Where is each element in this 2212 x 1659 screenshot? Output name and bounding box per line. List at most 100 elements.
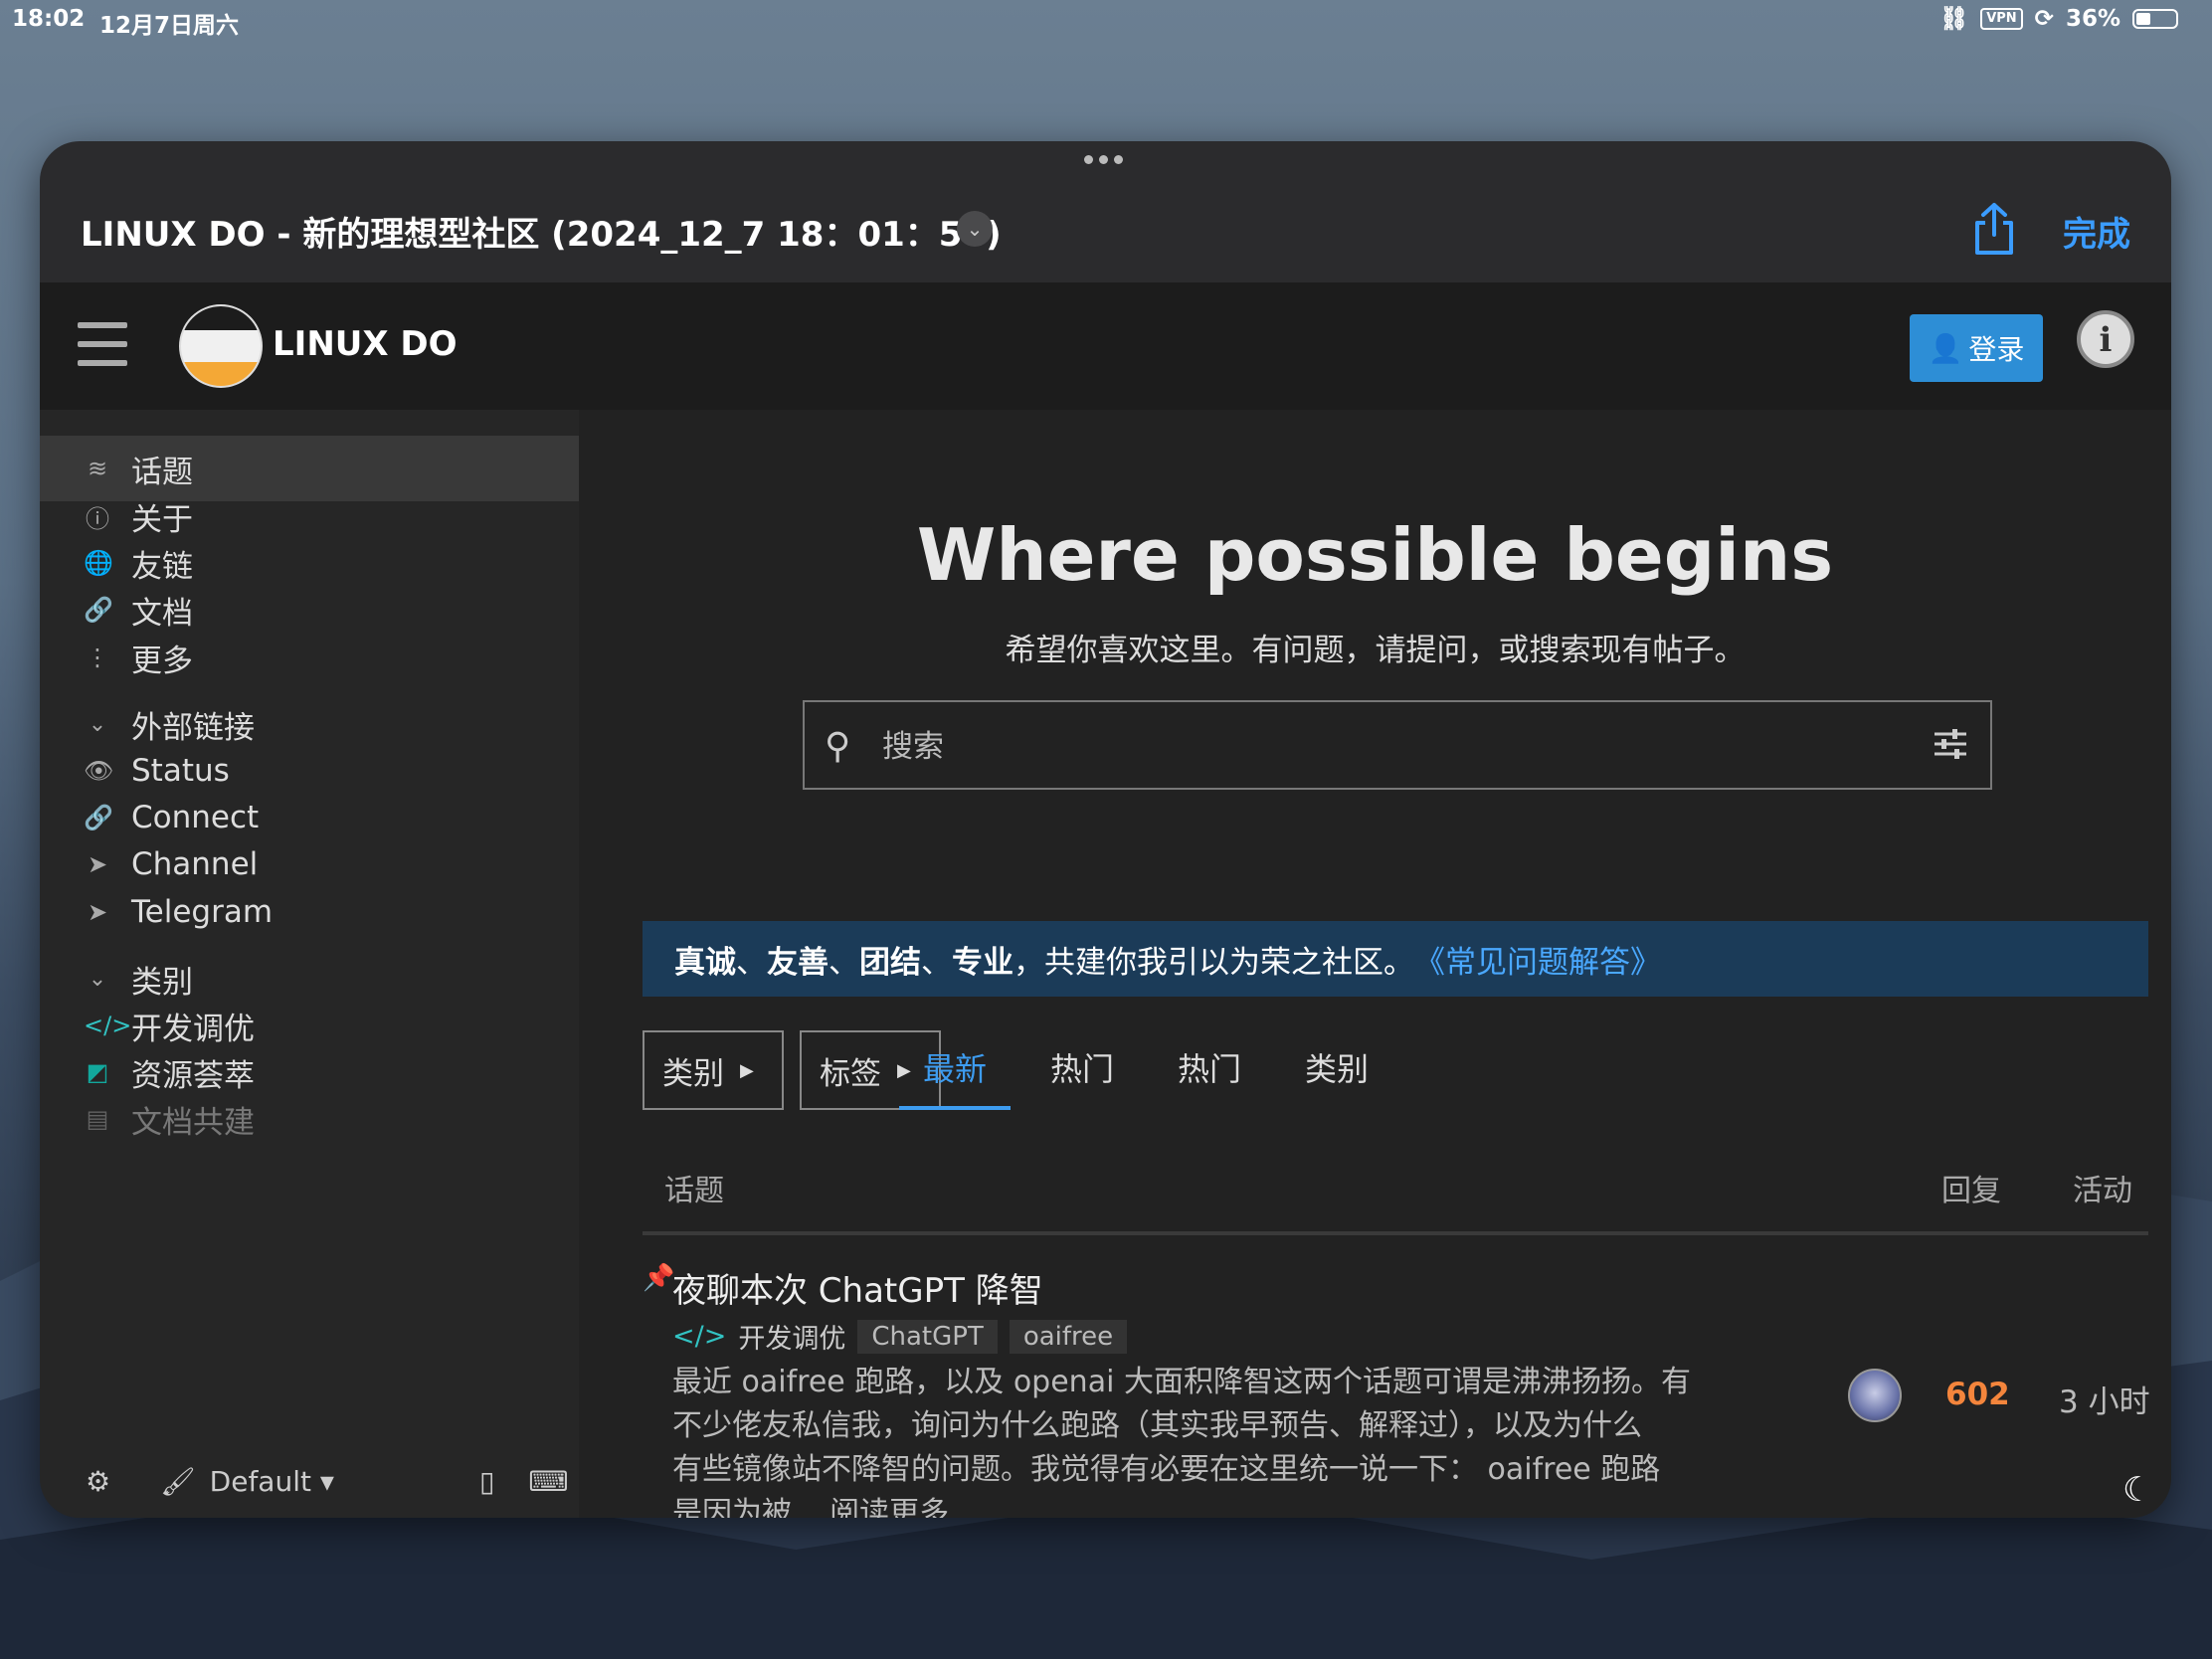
link-icon: 🔗 xyxy=(84,596,113,624)
status-date: 12月7日周六 xyxy=(99,13,240,39)
avatar[interactable] xyxy=(1848,1369,1902,1422)
page-title: LINUX DO - 新的理想型社区 (2024_12_7 18：01：54) xyxy=(81,215,1002,255)
filter-sliders-icon[interactable] xyxy=(1933,726,1968,762)
dropdown-label: 标签 xyxy=(820,1055,881,1092)
login-label: 登录 xyxy=(1968,333,2025,366)
more-dots-icon[interactable] xyxy=(1084,155,1123,164)
site-logo[interactable] xyxy=(179,304,263,388)
link-icon: ⛓ xyxy=(1938,6,1969,32)
banner-text: 团结 xyxy=(859,944,921,981)
theme-label: Default xyxy=(209,1464,311,1498)
sidebar-item-more[interactable]: ⋮ 更多 xyxy=(40,625,579,690)
status-indicators: ⛓ VPN ⟳ 36% xyxy=(1939,5,2178,32)
sidebar-item-label: Telegram xyxy=(131,894,274,930)
info-icon: ⓘ xyxy=(86,504,109,533)
sidebar-item-label: Channel xyxy=(131,846,259,882)
sidebar-item-telegram[interactable]: ➤ Telegram xyxy=(40,879,579,945)
done-button[interactable]: 完成 xyxy=(2063,207,2130,256)
topic-meta: </> 开发调优 ChatGPT oaifree xyxy=(672,1317,1128,1356)
activity-time[interactable]: 3 小时 xyxy=(2059,1377,2150,1421)
hamburger-menu-icon[interactable] xyxy=(78,322,127,366)
caret-right-icon: ▶ xyxy=(740,1059,754,1081)
hero-subtitle: 希望你喜欢这里。有问题，请提问，或搜索现有帖子。 xyxy=(1005,633,1746,668)
vpn-badge: VPN xyxy=(1980,7,2023,30)
column-activity[interactable]: 活动 xyxy=(2073,1166,2132,1209)
tags-dropdown[interactable]: 标签 ▶ xyxy=(800,1030,941,1110)
site-header: LINUX DO 👤 登录 i xyxy=(40,282,2171,410)
battery-icon xyxy=(2132,8,2178,29)
sidebar-item-label: 更多 xyxy=(131,643,193,679)
tab-hot-2[interactable]: 热门 xyxy=(1178,1044,1241,1090)
topic-title[interactable]: 夜聊本次 ChatGPT 降智 xyxy=(672,1263,1043,1312)
search-box[interactable]: ⚲ xyxy=(803,700,1992,790)
user-icon: 👤 xyxy=(1928,331,1963,365)
dark-mode-icon: ☾ xyxy=(2122,1470,2153,1510)
active-tab-indicator xyxy=(899,1106,1011,1110)
reply-count: 602 xyxy=(1945,1377,2010,1412)
browser-sheet: LINUX DO - 新的理想型社区 (2024_12_7 18：01：54) … xyxy=(40,141,2171,1518)
layers-icon: ≋ xyxy=(87,455,108,482)
site-name[interactable]: LINUX DO xyxy=(273,324,458,364)
share-icon: ◩ xyxy=(86,1058,109,1086)
category-dropdown[interactable]: 类别 ▶ xyxy=(643,1030,784,1110)
login-button[interactable]: 👤 登录 xyxy=(1910,314,2043,382)
paper-plane-icon: ➤ xyxy=(87,850,108,878)
search-icon: ⚲ xyxy=(825,726,851,767)
chevron-down-icon: ⌄ xyxy=(88,711,107,737)
eye-icon: 👁 xyxy=(84,757,114,785)
topic-category[interactable]: 开发调优 xyxy=(738,1317,845,1356)
sidebar-item-label: Status xyxy=(131,753,230,789)
sidebar-item-label: 文档共建 xyxy=(131,1104,255,1141)
banner-text: ，共建你我引以为荣之社区。 xyxy=(1014,944,1414,981)
globe-icon: 🌐 xyxy=(84,549,113,577)
more-icon: ⋮ xyxy=(86,644,109,671)
topic-excerpt[interactable]: 最近 oaifree 跑路，以及 openai 大面积降智这两个话题可谓是沸沸扬… xyxy=(672,1361,1737,1518)
topic-tag[interactable]: oaifree xyxy=(1009,1319,1128,1354)
book-icon: ▤ xyxy=(86,1105,109,1133)
faq-link[interactable]: 《常见问题解答》 xyxy=(1414,937,1661,982)
announcement-banner: 真诚、友善、团结、专业 ，共建你我引以为荣之社区。 《常见问题解答》 xyxy=(643,921,2148,997)
mobile-icon[interactable]: ▯ xyxy=(479,1465,494,1498)
excerpt-line: 最近 oaifree 跑路，以及 openai 大面积降智这两个话题可谓是沸沸扬… xyxy=(672,1365,1691,1399)
sidebar: ≋ 话题 ⓘ 关于 🌐 友链 🔗 文档 ⋮ 更多 ⌄ 外部链接 👁 Status 🔗 Conne… xyxy=(40,410,581,1518)
sidebar-footer: ⚙ 🖌 Default ▾ ▯ ⌨ xyxy=(40,1446,579,1516)
brush-icon: 🖌 xyxy=(160,1464,196,1498)
sidebar-item-category-docs[interactable]: ▤ 文档共建 xyxy=(40,1086,579,1152)
share-icon[interactable] xyxy=(1971,201,2017,257)
main-content: Where possible begins 希望你喜欢这里。有问题，请提问，或搜… xyxy=(579,410,2171,1518)
banner-text: 、 xyxy=(736,944,767,981)
keyboard-icon[interactable]: ⌨ xyxy=(528,1465,568,1498)
tab-latest[interactable]: 最新 xyxy=(923,1044,987,1090)
banner-text: 专业 xyxy=(952,944,1014,981)
banner-text: 、 xyxy=(829,944,859,981)
banner-text: 真诚 xyxy=(674,944,736,981)
rotation-lock-icon: ⟳ xyxy=(2034,5,2054,32)
tab-hot[interactable]: 热门 xyxy=(1050,1044,1114,1090)
caret-right-icon: ▶ xyxy=(897,1059,911,1081)
info-icon[interactable]: i xyxy=(2077,310,2134,368)
excerpt-line: 是因为被... 阅读更多 xyxy=(672,1496,950,1518)
column-topic: 话题 xyxy=(664,1174,724,1208)
excerpt-line: 不少佬友私信我，询问为什么跑路（其实我早预告、解释过），以及为什么 xyxy=(672,1408,1642,1443)
chevron-down-icon[interactable]: ⌄ xyxy=(957,211,993,247)
gear-icon[interactable]: ⚙ xyxy=(86,1465,110,1498)
battery-level xyxy=(2136,12,2150,25)
theme-selector[interactable]: Default ▾ xyxy=(210,1465,334,1498)
status-time: 18:02 xyxy=(12,6,86,32)
code-icon: </> xyxy=(84,1012,132,1039)
table-header-divider xyxy=(643,1231,2148,1235)
chevron-down-icon: ⌄ xyxy=(88,966,107,992)
tab-categories[interactable]: 类别 xyxy=(1305,1044,1369,1090)
code-icon: </> xyxy=(672,1321,727,1352)
hero-title: Where possible begins xyxy=(916,513,1834,597)
column-replies[interactable]: 回复 xyxy=(1941,1166,2001,1209)
sidebar-item-label: Connect xyxy=(131,800,260,835)
excerpt-line: 有些镜像站不降智的问题。我觉得有必要在这里统一说一下： oaifree 跑路 xyxy=(672,1452,1661,1487)
banner-text: 、 xyxy=(921,944,952,981)
pin-icon: 📌 xyxy=(643,1263,675,1293)
paper-plane-icon: ➤ xyxy=(87,898,108,926)
topic-tag[interactable]: ChatGPT xyxy=(857,1319,998,1354)
link-icon: 🔗 xyxy=(84,804,113,831)
battery-percent: 36% xyxy=(2065,5,2120,32)
search-input[interactable] xyxy=(880,722,1879,772)
